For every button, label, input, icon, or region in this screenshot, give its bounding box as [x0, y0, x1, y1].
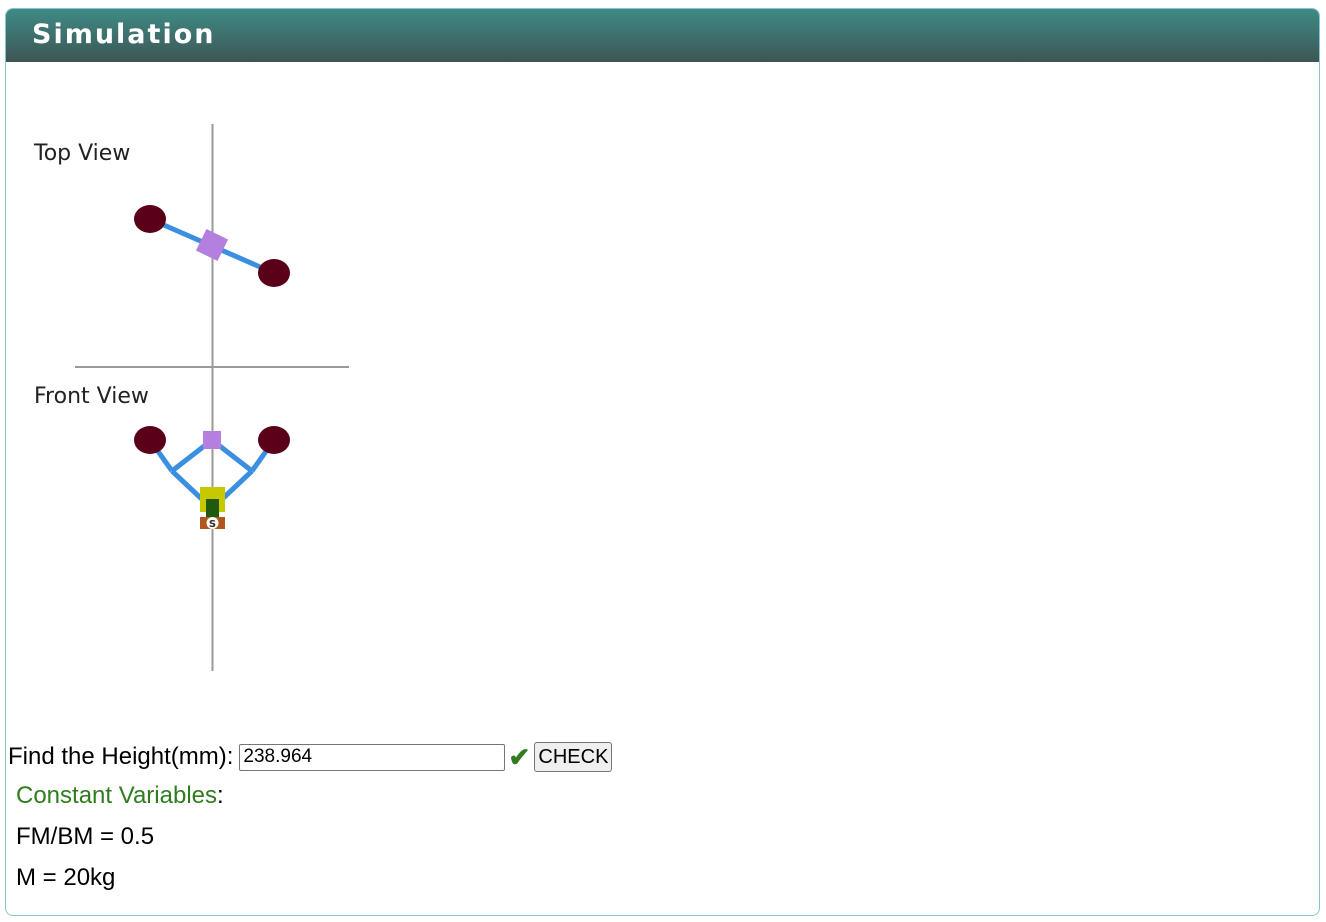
front-view-ball-left	[134, 426, 166, 454]
constants-title: Constant Variables	[16, 782, 217, 809]
simulation-canvas: Top View Front View S	[33, 124, 349, 671]
simulation-panel: Simulation Top View Front View S Find th…	[5, 8, 1320, 916]
top-view-ball-right	[258, 259, 290, 287]
front-view-label: Front View	[34, 384, 149, 409]
height-question-label: Find the Height(mm):	[8, 743, 234, 770]
height-question-row: Find the Height(mm): ✔ CHECK	[6, 741, 613, 773]
check-icon: ✔	[508, 742, 531, 772]
front-center-block	[203, 431, 221, 449]
constants-colon: :	[217, 782, 224, 809]
height-answer-input[interactable]	[239, 743, 506, 771]
constant-fm-bm: FM/BM = 0.5	[16, 823, 155, 850]
base-marker-label: S	[209, 519, 216, 530]
check-button[interactable]: CHECK	[534, 742, 613, 772]
front-view-ball-right	[258, 426, 290, 454]
top-view-label: Top View	[33, 141, 130, 166]
top-view-center-block	[195, 228, 229, 262]
top-view-ball-left	[134, 205, 166, 233]
constants-heading: Constant Variables:	[16, 782, 224, 810]
constant-mass: M = 20kg	[16, 864, 116, 891]
